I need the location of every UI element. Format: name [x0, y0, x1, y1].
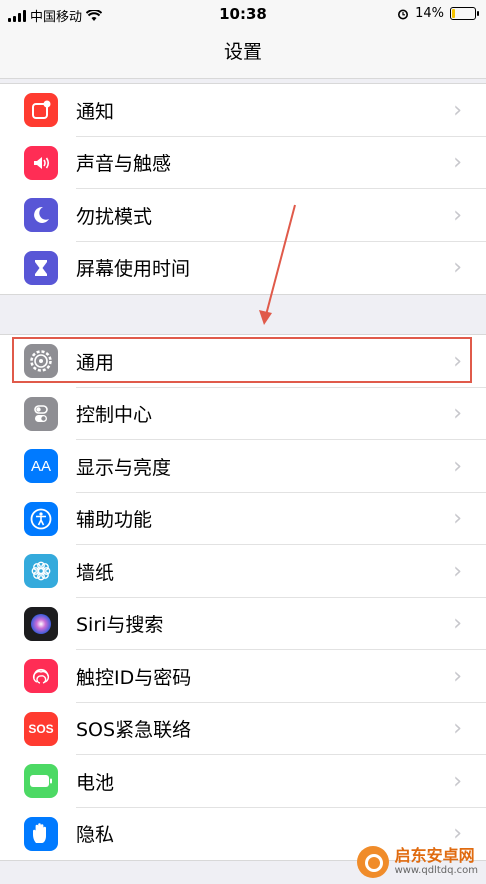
sound-icon: [24, 145, 58, 180]
settings-item-7[interactable]: SOS SOS紧急联络 ›: [0, 703, 486, 755]
display-brightness-icon: AA: [24, 449, 58, 484]
settings-item-label: 控制中心: [76, 404, 153, 427]
page-title: 设置: [223, 41, 262, 63]
settings-item-2[interactable]: 勿扰模式 ›: [0, 189, 486, 242]
settings-item-label: 屏幕使用时间: [76, 258, 191, 281]
settings-item-0[interactable]: 通用 ›: [0, 335, 486, 388]
settings-item-label: 显示与亮度: [76, 456, 172, 479]
chevron-right-icon: ›: [453, 453, 462, 479]
chevron-right-icon: ›: [453, 401, 462, 427]
battery-icon: [450, 7, 479, 20]
chevron-right-icon: ›: [453, 97, 462, 123]
settings-item-label: 辅助功能: [76, 509, 153, 532]
settings-item-5[interactable]: Siri与搜索 ›: [0, 598, 486, 650]
settings-item-2[interactable]: AA 显示与亮度 ›: [0, 440, 486, 493]
sos-icon: SOS: [24, 711, 58, 746]
chevron-right-icon: ›: [453, 716, 462, 742]
settings-item-label: Siri与搜索: [76, 614, 164, 637]
settings-item-4[interactable]: 墙纸 ›: [0, 545, 486, 598]
hourglass-icon: [24, 250, 58, 285]
settings-item-label: 触控ID与密码: [76, 666, 192, 689]
watermark-logo-icon: [356, 846, 389, 878]
chevron-right-icon: ›: [453, 558, 462, 584]
settings-item-label: SOS紧急联络: [76, 719, 192, 742]
settings-item-label: 墙纸: [76, 561, 115, 584]
siri-icon: [24, 606, 58, 641]
gear-icon: [24, 344, 58, 379]
chevron-right-icon: ›: [453, 255, 462, 281]
settings-group-2: 通用 › 控制中心 › AA 显示与亮度 › 辅助功能 › 墙纸 › Siri与搜索 › 触控ID与密码 ›…: [0, 334, 486, 861]
moon-icon: [24, 198, 58, 233]
nav-bar: 设置: [0, 30, 486, 79]
chevron-right-icon: ›: [453, 768, 462, 794]
battery-icon: [24, 764, 58, 799]
watermark-url: www.qdltdq.com: [394, 865, 478, 876]
chevron-right-icon: ›: [453, 663, 462, 689]
settings-item-label: 勿扰模式: [76, 205, 153, 228]
settings-item-label: 通用: [76, 351, 115, 374]
alarm-icon: [398, 9, 409, 19]
status-right: 14%: [397, 6, 479, 21]
chevron-right-icon: ›: [453, 821, 462, 847]
settings-item-0[interactable]: 通知 ›: [0, 84, 486, 137]
watermark: 启东安卓网 www.qdltdq.com: [356, 846, 478, 878]
status-bar: 中国移动 10:38 14%: [0, 0, 486, 30]
chevron-right-icon: ›: [453, 611, 462, 637]
settings-item-label: 隐私: [76, 824, 115, 847]
chevron-right-icon: ›: [453, 348, 462, 374]
settings-item-label: 电池: [76, 771, 115, 794]
flower-icon: [24, 554, 58, 589]
settings-item-label: 声音与触感: [76, 153, 172, 176]
chevron-right-icon: ›: [453, 202, 462, 228]
settings-item-8[interactable]: 电池 ›: [0, 755, 486, 808]
settings-item-label: 通知: [76, 100, 115, 123]
settings-item-1[interactable]: 控制中心 ›: [0, 388, 486, 440]
battery-percent: 14%: [415, 6, 444, 21]
accessibility-icon: [24, 501, 58, 536]
notifications-icon: [24, 93, 58, 128]
settings-item-3[interactable]: 辅助功能 ›: [0, 493, 486, 545]
settings-item-6[interactable]: 触控ID与密码 ›: [0, 650, 486, 703]
hand-icon: [24, 816, 58, 851]
chevron-right-icon: ›: [453, 150, 462, 176]
toggles-icon: [24, 396, 58, 431]
chevron-right-icon: ›: [453, 506, 462, 532]
settings-item-1[interactable]: 声音与触感 ›: [0, 137, 486, 189]
settings-item-3[interactable]: 屏幕使用时间 ›: [0, 242, 486, 295]
fingerprint-icon: [24, 659, 58, 694]
settings-group-1: 通知 › 声音与触感 › 勿扰模式 › 屏幕使用时间 ›: [0, 83, 486, 295]
watermark-name: 启东安卓网: [394, 846, 475, 865]
